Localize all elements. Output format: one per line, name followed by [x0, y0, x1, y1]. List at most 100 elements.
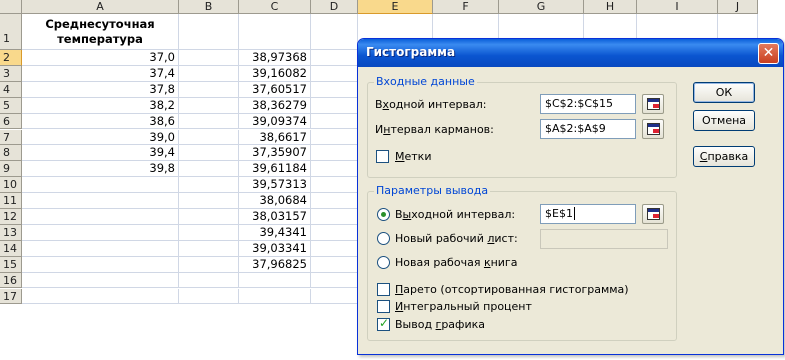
row-header-10[interactable]: 10 — [0, 177, 22, 194]
output-range-collapse-button[interactable] — [642, 204, 664, 224]
cell-c17[interactable] — [239, 288, 311, 305]
cell-c6[interactable]: 39,09374 — [239, 113, 311, 130]
cell-d8[interactable] — [311, 145, 358, 162]
cell-a8[interactable]: 39,4 — [22, 145, 179, 162]
cancel-button[interactable]: Отмена — [693, 110, 755, 131]
row-header-15[interactable]: 15 — [0, 256, 22, 273]
column-header-d[interactable]: D — [311, 0, 358, 14]
column-header-h[interactable]: H — [584, 0, 637, 14]
new-book-radio[interactable] — [377, 256, 390, 269]
cell-b15[interactable] — [179, 256, 239, 273]
row-header-17[interactable]: 17 — [0, 288, 22, 305]
cell-d4[interactable] — [311, 81, 358, 98]
cell-c3[interactable]: 39,16082 — [239, 65, 311, 82]
cell-a12[interactable] — [22, 209, 179, 225]
cell-a13[interactable] — [22, 224, 179, 241]
cumulative-percent-checkbox[interactable] — [377, 300, 390, 313]
cell-b2[interactable] — [179, 50, 239, 66]
input-range-field[interactable]: $C$2:$C$15 — [540, 94, 636, 114]
select-all-corner[interactable] — [0, 0, 22, 14]
cell-a2[interactable]: 37,0 — [22, 50, 179, 66]
cell-d13[interactable] — [311, 224, 358, 241]
row-header-4[interactable]: 4 — [0, 81, 22, 98]
cell-d5[interactable] — [311, 97, 358, 114]
cell-a7[interactable]: 39,0 — [22, 129, 179, 146]
cell-a9[interactable]: 39,8 — [22, 161, 179, 178]
column-header-f[interactable]: F — [433, 0, 499, 14]
cell-b7[interactable] — [179, 129, 239, 146]
bin-range-field[interactable]: $A$2:$A$9 — [540, 119, 636, 139]
cell-d6[interactable] — [311, 113, 358, 130]
cell-a5[interactable]: 38,2 — [22, 97, 179, 114]
row-header-5[interactable]: 5 — [0, 97, 22, 114]
row-header-8[interactable]: 8 — [0, 145, 22, 162]
bin-range-collapse-button[interactable] — [642, 119, 664, 139]
ok-button[interactable]: ОК — [693, 82, 755, 103]
labels-checkbox[interactable] — [376, 150, 389, 163]
row-header-1[interactable]: 1 — [0, 14, 22, 50]
cell-a15[interactable] — [22, 256, 179, 273]
cell-a6[interactable]: 38,6 — [22, 113, 179, 130]
row-header-9[interactable]: 9 — [0, 161, 22, 178]
cell-b14[interactable] — [179, 240, 239, 257]
input-range-collapse-button[interactable] — [642, 94, 664, 114]
row-header-7[interactable]: 7 — [0, 129, 22, 146]
cell-d17[interactable] — [311, 288, 358, 305]
cell-b11[interactable] — [179, 193, 239, 209]
cell-c1[interactable] — [239, 14, 311, 50]
cell-b10[interactable] — [179, 177, 239, 194]
row-header-13[interactable]: 13 — [0, 224, 22, 241]
cell-b1[interactable] — [179, 14, 239, 50]
cell-a14[interactable] — [22, 240, 179, 257]
cell-c2[interactable]: 38,97368 — [239, 50, 311, 66]
column-header-a[interactable]: A — [22, 0, 179, 14]
cell-c15[interactable]: 37,96825 — [239, 256, 311, 273]
cell-c7[interactable]: 38,6617 — [239, 129, 311, 146]
cell-a11[interactable] — [22, 193, 179, 209]
cell-d12[interactable] — [311, 209, 358, 225]
column-header-b[interactable]: B — [179, 0, 239, 14]
cell-d15[interactable] — [311, 256, 358, 273]
close-button[interactable]: ✕ — [758, 43, 779, 64]
cell-b13[interactable] — [179, 224, 239, 241]
column-header-c[interactable]: C — [239, 0, 311, 14]
cell-c14[interactable]: 39,03341 — [239, 240, 311, 257]
column-header-j[interactable]: J — [718, 0, 758, 14]
cell-b5[interactable] — [179, 97, 239, 114]
row-header-14[interactable]: 14 — [0, 240, 22, 257]
cell-d2[interactable] — [311, 50, 358, 66]
column-header-i[interactable]: I — [637, 0, 718, 14]
cell-a17[interactable] — [22, 288, 179, 305]
cell-d10[interactable] — [311, 177, 358, 194]
output-range-radio[interactable] — [377, 208, 390, 221]
cell-d14[interactable] — [311, 240, 358, 257]
cell-c16[interactable] — [239, 272, 311, 289]
cell-b3[interactable] — [179, 65, 239, 82]
cell-d9[interactable] — [311, 161, 358, 178]
chart-output-checkbox[interactable] — [377, 316, 390, 331]
row-header-2[interactable]: 2 — [0, 50, 22, 66]
cell-b9[interactable] — [179, 161, 239, 178]
cell-b6[interactable] — [179, 113, 239, 130]
help-button[interactable]: Справка — [693, 146, 755, 167]
cell-a1[interactable]: Среднесуточная температура — [22, 14, 179, 50]
cell-c9[interactable]: 39,61184 — [239, 161, 311, 178]
output-range-field[interactable]: $E$1 — [540, 204, 636, 224]
row-header-3[interactable]: 3 — [0, 65, 22, 82]
cell-b4[interactable] — [179, 81, 239, 98]
cell-d1[interactable] — [311, 14, 358, 50]
cell-c4[interactable]: 37,60517 — [239, 81, 311, 98]
new-sheet-name-field[interactable] — [540, 229, 668, 249]
cell-b12[interactable] — [179, 209, 239, 225]
cell-c10[interactable]: 39,57313 — [239, 177, 311, 194]
cell-a4[interactable]: 37,8 — [22, 81, 179, 98]
row-header-16[interactable]: 16 — [0, 272, 22, 289]
column-header-e[interactable]: E — [358, 0, 433, 14]
cell-a10[interactable] — [22, 177, 179, 194]
row-header-11[interactable]: 11 — [0, 193, 22, 209]
pareto-checkbox[interactable] — [377, 283, 390, 296]
row-header-12[interactable]: 12 — [0, 209, 22, 225]
cell-c12[interactable]: 38,03157 — [239, 209, 311, 225]
cell-c8[interactable]: 37,35907 — [239, 145, 311, 162]
cell-b8[interactable] — [179, 145, 239, 162]
